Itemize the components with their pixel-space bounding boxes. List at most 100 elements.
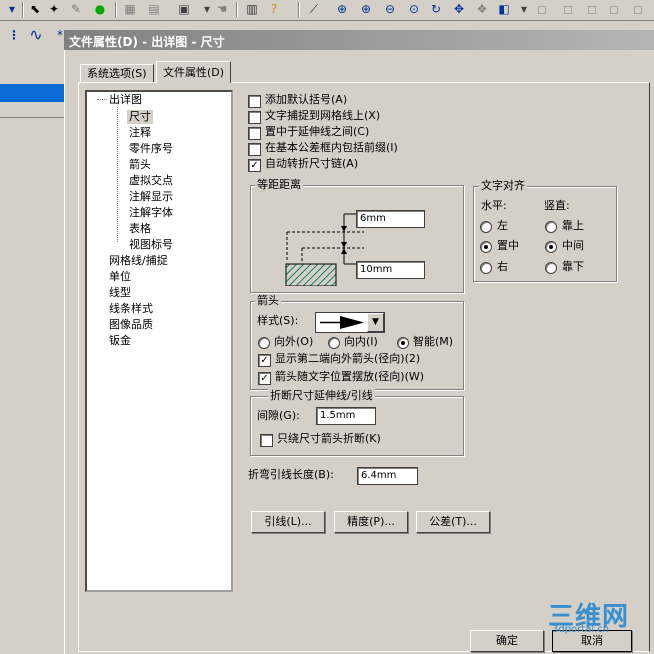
- grid-icon[interactable]: ▦: [122, 1, 138, 17]
- tree-item-line-style[interactable]: 线条样式: [109, 302, 153, 316]
- arrow-style-label: 样式(S):: [257, 314, 299, 327]
- layout-icon[interactable]: ▤: [146, 1, 162, 17]
- arrow-smart-radio[interactable]: [397, 337, 409, 349]
- traffic-light-icon[interactable]: ●: [92, 1, 108, 17]
- ok-button[interactable]: 确定: [470, 630, 544, 652]
- tree-item-balloons[interactable]: 零件序号: [129, 142, 173, 156]
- bent-leader-length-label: 折弯引线长度(B):: [248, 468, 334, 481]
- upper-offset-input[interactable]: 6mm: [356, 210, 425, 228]
- spline-icon[interactable]: ∿: [28, 27, 44, 43]
- tree-item-image-quality[interactable]: 图像品质: [109, 318, 153, 332]
- arrows-follow-text-checkbox[interactable]: ✓: [258, 372, 271, 385]
- properties-tree[interactable]: 出详图 尺寸 注释 零件序号 箭头 虚拟交点 注解显示 注解字体 表格 视图标号…: [85, 90, 233, 592]
- tree-item-virtual-sharps[interactable]: 虚拟交点: [129, 174, 173, 188]
- auto-jog-ordinates-label: 自动转折尺寸链(A): [265, 157, 359, 170]
- precision-button[interactable]: 精度(P)...: [334, 511, 408, 533]
- arrows-title: 箭头: [255, 294, 281, 308]
- help-icon[interactable]: ?: [266, 1, 282, 17]
- toolbar-separator: [115, 2, 117, 17]
- center-between-extension-label: 置中于延伸线之间(C): [265, 125, 370, 138]
- align-middle-radio[interactable]: [545, 241, 557, 253]
- tree-item-annotations-font[interactable]: 注解字体: [129, 206, 173, 220]
- select-filter-icon[interactable]: ✦: [46, 1, 62, 17]
- align-right-radio[interactable]: [480, 262, 492, 274]
- include-prefix-tolerance-checkbox[interactable]: [248, 143, 261, 156]
- align-left-label: 左: [497, 219, 508, 232]
- arrow-outside-radio[interactable]: [258, 337, 270, 349]
- tree-item-view-labels[interactable]: 视图标号: [129, 238, 173, 252]
- tree-connector: [117, 107, 119, 242]
- views-dropdown-icon[interactable]: ▾: [516, 1, 532, 17]
- tab-document-properties[interactable]: 文件属性(D): [156, 61, 232, 83]
- gap-input[interactable]: 1.5mm: [316, 407, 376, 425]
- tree-item-arrows[interactable]: 箭头: [129, 158, 151, 172]
- tree-item-annotations-display[interactable]: 注解显示: [129, 190, 173, 204]
- align-right-label: 右: [497, 260, 508, 273]
- align-left-radio[interactable]: [480, 221, 492, 233]
- horizontal-label: 水平:: [481, 199, 507, 212]
- snap-text-grid-checkbox[interactable]: [248, 111, 261, 124]
- align-top-radio[interactable]: [545, 221, 557, 233]
- pan-icon[interactable]: ✥: [451, 1, 467, 17]
- dropdown-arrow-icon[interactable]: ▾: [199, 1, 215, 17]
- break-lines-group: [250, 396, 464, 456]
- measure-icon[interactable]: ⟋: [306, 1, 322, 17]
- sketch-pen-icon[interactable]: ✎: [68, 1, 84, 17]
- auto-jog-ordinates-checkbox[interactable]: ✓: [248, 159, 261, 172]
- rotate-icon[interactable]: ↻: [428, 1, 444, 17]
- snap-text-grid-label: 文字捕捉到网格线上(X): [265, 109, 381, 122]
- align-top-label: 靠上: [562, 219, 584, 232]
- vertical-label: 竖直:: [544, 199, 570, 212]
- tree-item-grid-snap[interactable]: 网格线/捕捉: [109, 254, 168, 268]
- zoom-in-out-icon[interactable]: ⊖: [382, 1, 398, 17]
- watermark-url: 3dportal.cn: [552, 624, 610, 635]
- properties-icon[interactable]: ▥: [244, 1, 260, 17]
- view-cube-5-icon[interactable]: ◻: [630, 1, 646, 17]
- view-cube-4-icon[interactable]: ◻: [606, 1, 622, 17]
- align-middle-label: 中间: [562, 239, 584, 252]
- standard-views-icon[interactable]: ◧: [496, 1, 512, 17]
- tree-item-notes[interactable]: 注释: [129, 126, 151, 140]
- arrow-inside-label: 向内(I): [344, 335, 378, 348]
- tree-item-dimensions[interactable]: 尺寸: [127, 110, 153, 124]
- view-cube-1-icon[interactable]: ◻: [534, 1, 550, 17]
- tree-item-sheet-metal[interactable]: 钣金: [109, 334, 131, 348]
- center-between-extension-checkbox[interactable]: [248, 127, 261, 140]
- arrow-style-select[interactable]: ▼: [315, 312, 385, 333]
- align-center-label: 置中: [497, 239, 519, 252]
- break-only-arrows-checkbox[interactable]: [260, 434, 273, 447]
- align-bottom-radio[interactable]: [545, 262, 557, 274]
- tree-item-tables[interactable]: 表格: [129, 222, 151, 236]
- view-cube-3-icon[interactable]: ◻: [584, 1, 600, 17]
- chevron-down-icon[interactable]: ▼: [367, 313, 384, 332]
- view-cube-2-icon[interactable]: ◻: [560, 1, 576, 17]
- zoom-fit-icon[interactable]: ⊕: [334, 1, 350, 17]
- tree-item-detailing[interactable]: 出详图: [109, 93, 142, 107]
- tree-item-line-font[interactable]: 线型: [109, 286, 131, 300]
- options-icon[interactable]: ▾: [4, 1, 20, 17]
- show-second-outside-arrow-checkbox[interactable]: ✓: [258, 354, 271, 367]
- toolbar-separator: [236, 2, 238, 17]
- zoom-area-icon[interactable]: ⊕: [358, 1, 374, 17]
- feature-manager-selected-row[interactable]: [0, 84, 64, 102]
- view-orient-icon[interactable]: ❖: [474, 1, 490, 17]
- tolerance-button[interactable]: 公差(T)...: [416, 511, 490, 533]
- leader-button[interactable]: 引线(L)...: [251, 511, 325, 533]
- tree-item-units[interactable]: 单位: [109, 270, 131, 284]
- arrow-style-preview-icon: [320, 316, 364, 329]
- zoom-select-icon[interactable]: ⊙: [406, 1, 422, 17]
- offset-distances-title: 等距距离: [255, 178, 303, 192]
- lower-offset-input[interactable]: 10mm: [356, 261, 425, 279]
- align-center-radio[interactable]: [480, 241, 492, 253]
- toolbar-separator: [298, 2, 300, 17]
- add-default-parentheses-checkbox[interactable]: [248, 95, 261, 108]
- align-bottom-label: 靠下: [562, 260, 584, 273]
- tab-system-options[interactable]: 系统选项(S): [80, 64, 154, 83]
- bent-leader-length-input[interactable]: 6.4mm: [357, 467, 418, 485]
- tree-connector: [97, 99, 107, 101]
- hand-icon[interactable]: ☚: [214, 1, 230, 17]
- arrow-inside-radio[interactable]: [328, 337, 340, 349]
- include-prefix-tolerance-label: 在基本公差框内包括前缀(I): [265, 141, 398, 154]
- rebuild-icon[interactable]: ▣: [176, 1, 192, 17]
- select-cursor-icon[interactable]: ⬉: [27, 1, 43, 17]
